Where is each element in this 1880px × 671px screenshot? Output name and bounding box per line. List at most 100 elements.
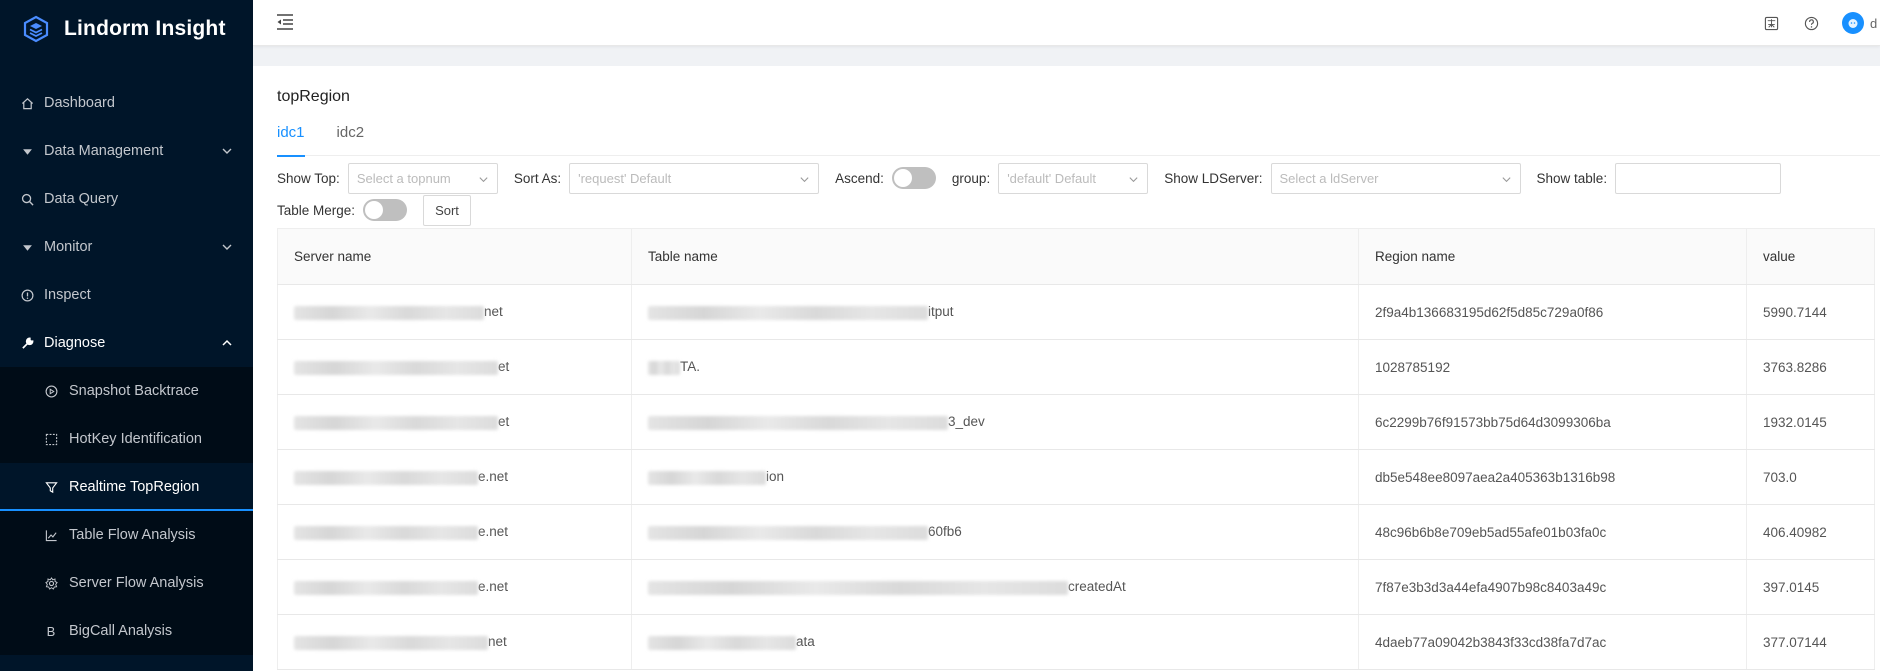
sidebar-item-server-flow-analysis[interactable]: Server Flow Analysis xyxy=(0,559,253,607)
sort-as-label: Sort As: xyxy=(513,170,562,186)
filter-row-1: Show Top: Select a topnum Sort As: 'requ… xyxy=(277,162,1870,194)
ldserver-select[interactable]: Select a ldServer xyxy=(1270,162,1521,194)
redacted-text xyxy=(294,415,498,430)
sidebar-item-label: Data Management xyxy=(44,143,164,159)
user-avatar[interactable] xyxy=(1842,12,1864,34)
table-name-cell: createdAt xyxy=(631,559,1359,615)
home-icon xyxy=(20,96,34,110)
sidebar-item-label: Data Query xyxy=(44,191,119,207)
server-name-cell: net xyxy=(277,614,632,670)
region-name-cell: 1028785192 xyxy=(1358,339,1747,395)
sidebar-item-data-query[interactable]: Data Query xyxy=(0,175,253,223)
table-row[interactable]: net ata 4daeb77a09042b3843f33cd38fa7d7ac… xyxy=(277,614,1875,670)
redacted-text xyxy=(294,580,478,595)
sidebar-item-table-flow-analysis[interactable]: Table Flow Analysis xyxy=(0,511,253,559)
server-name-cell: net xyxy=(277,284,632,340)
chevron-down-icon xyxy=(800,176,809,182)
sidebar-item-label: Snapshot Backtrace xyxy=(69,383,199,399)
group-placeholder: 'default' Default xyxy=(1007,170,1097,186)
region-name-cell: 6c2299b76f91573bb75d64d3099306ba xyxy=(1358,394,1747,450)
redacted-text xyxy=(294,635,488,650)
show-table-input[interactable] xyxy=(1615,162,1782,194)
region-name-cell: 2f9a4b136683195d62f5d85c729a0f86 xyxy=(1358,284,1747,340)
value-cell: 703.0 xyxy=(1746,449,1875,505)
group-select[interactable]: 'default' Default xyxy=(998,162,1149,194)
value-cell: 1932.0145 xyxy=(1746,394,1875,450)
redacted-text xyxy=(648,415,948,430)
server-name-cell: e.net xyxy=(277,559,632,615)
redacted-text xyxy=(648,305,928,320)
menu-fold-icon[interactable] xyxy=(275,12,295,32)
table-row[interactable]: net itput 2f9a4b136683195d62f5d85c729a0f… xyxy=(277,284,1875,340)
show-top-label: Show Top: xyxy=(277,170,340,186)
chevron-down-icon xyxy=(1129,176,1138,182)
filter-bar: Show Top: Select a topnum Sort As: 'requ… xyxy=(277,162,1870,226)
sidebar-item-label: Realtime TopRegion xyxy=(69,479,200,495)
chevron-down-icon xyxy=(479,176,488,182)
chevron-down-icon xyxy=(1501,176,1511,182)
sidebar-item-data-management[interactable]: Data Management xyxy=(0,127,253,175)
caret-down-icon xyxy=(20,144,34,158)
sidebar-item-label: Diagnose xyxy=(44,335,106,351)
redacted-text xyxy=(294,470,478,485)
sidebar-item-snapshot-backtrace[interactable]: Snapshot Backtrace xyxy=(0,367,253,415)
sidebar-item-label: BigCall Analysis xyxy=(69,623,173,639)
sort-button[interactable]: Sort xyxy=(423,194,471,226)
top-header: d xyxy=(253,0,1880,46)
table-row[interactable]: e.net createdAt 7f87e3b3d3a44efa4907b98c… xyxy=(277,559,1875,615)
sidebar-menu: Dashboard Data Management Data Query Mon… xyxy=(0,79,253,655)
sort-as-select[interactable]: 'request' Default xyxy=(569,162,820,194)
column-header-server-name[interactable]: Server name xyxy=(277,228,632,285)
line-chart-icon xyxy=(44,528,58,542)
value-cell: 406.40982 xyxy=(1746,504,1875,560)
main-content: topRegion idc1 idc2 Show Top: Select a t… xyxy=(253,66,1880,671)
username[interactable]: d xyxy=(1870,16,1880,31)
brand[interactable]: Lindorm Insight xyxy=(0,0,253,58)
table-name-cell: ion xyxy=(631,449,1359,505)
value-cell: 3763.8286 xyxy=(1746,339,1875,395)
sidebar-item-diagnose[interactable]: Diagnose xyxy=(0,319,253,367)
sidebar-item-hotkey-identification[interactable]: HotKey Identification xyxy=(0,415,253,463)
region-name-cell: db5e548ee8097aea2a405363b1316b98 xyxy=(1358,449,1747,505)
server-name-cell: e.net xyxy=(277,504,632,560)
language-icon[interactable] xyxy=(1762,14,1780,32)
sidebar-item-realtime-topregion[interactable]: Realtime TopRegion xyxy=(0,463,253,511)
column-header-region-name[interactable]: Region name xyxy=(1358,228,1747,285)
server-name-cell: e.net xyxy=(277,449,632,505)
app-title: Lindorm Insight xyxy=(64,17,226,40)
tab-idc1[interactable]: idc1 xyxy=(277,122,305,157)
region-name-cell: 48c96b6b8e709eb5ad55afe01b03fa0c xyxy=(1358,504,1747,560)
tab-idc2[interactable]: idc2 xyxy=(337,122,365,156)
table-row[interactable]: et 3_dev 6c2299b76f91573bb75d64d3099306b… xyxy=(277,394,1875,450)
table-row[interactable]: e.net ion db5e548ee8097aea2a405363b1316b… xyxy=(277,449,1875,505)
group-label: group: xyxy=(951,170,991,186)
region-name-cell: 4daeb77a09042b3843f33cd38fa7d7ac xyxy=(1358,614,1747,670)
wrench-icon xyxy=(20,336,34,350)
help-icon[interactable] xyxy=(1802,14,1820,32)
table-row[interactable]: et TA. 1028785192 3763.8286 xyxy=(277,339,1875,395)
sidebar-item-label: Monitor xyxy=(44,239,93,255)
show-top-select[interactable]: Select a topnum xyxy=(347,162,498,194)
column-header-table-name[interactable]: Table name xyxy=(631,228,1359,285)
redacted-text xyxy=(648,635,796,650)
sidebar-item-dashboard[interactable]: Dashboard xyxy=(0,79,253,127)
ldserver-placeholder: Select a ldServer xyxy=(1279,170,1379,186)
sidebar: Lindorm Insight Dashboard Data Managemen… xyxy=(0,0,253,671)
sidebar-item-label: Table Flow Analysis xyxy=(69,527,196,543)
filter-row-2: Table Merge: Sort xyxy=(277,194,1870,226)
ascend-toggle[interactable] xyxy=(891,167,936,189)
table-name-cell: TA. xyxy=(631,339,1359,395)
sidebar-item-monitor[interactable]: Monitor xyxy=(0,223,253,271)
table-name-cell: itput xyxy=(631,284,1359,340)
dashed-square-icon xyxy=(44,432,58,446)
sidebar-item-bigcall-analysis[interactable]: B BigCall Analysis xyxy=(0,607,253,655)
column-header-value[interactable]: value xyxy=(1746,228,1875,285)
table-row[interactable]: e.net 60fb6 48c96b6b8e709eb5ad55afe01b03… xyxy=(277,504,1875,560)
ldserver-label: Show LDServer: xyxy=(1164,170,1263,186)
page-title: topRegion xyxy=(277,88,350,105)
info-circle-icon xyxy=(20,288,34,302)
chevron-up-icon xyxy=(222,339,232,346)
chevron-down-icon xyxy=(222,148,232,154)
sidebar-item-inspect[interactable]: Inspect xyxy=(0,271,253,319)
table-merge-toggle[interactable] xyxy=(363,199,408,221)
